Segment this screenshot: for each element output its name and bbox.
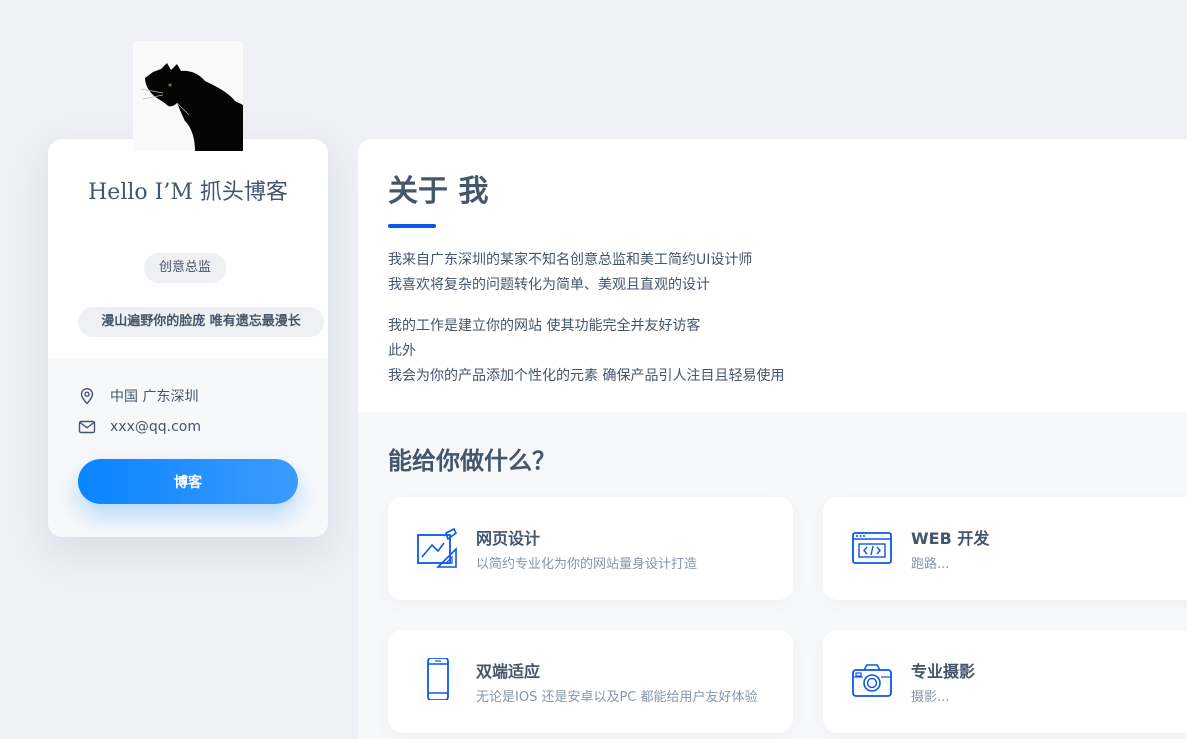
mobile-phone-icon — [427, 658, 449, 700]
service-card-web-dev[interactable]: WEB 开发 跑路... — [823, 497, 1187, 600]
web-code-icon — [852, 532, 892, 564]
location-text: 中国 广东深圳 — [110, 389, 199, 405]
map-pin-icon — [80, 388, 94, 405]
design-drawing-icon — [417, 527, 458, 568]
title-underline — [388, 224, 436, 228]
service-desc: 摄影... — [911, 690, 950, 705]
about-line: 我会为你的产品添加个性化的元素 确保产品引人注目且轻易使用 — [388, 368, 785, 384]
blog-button[interactable]: 博客 — [78, 459, 298, 504]
service-title: 专业摄影 — [911, 662, 976, 681]
service-desc: 跑路... — [911, 557, 950, 572]
services-section: 能给你做什么？ 网页设计 以简约专业化为你的网站量身设计打造 WEB 开发 跑路… — [358, 412, 1187, 739]
profile-card: Hello I’M 抓头博客 创意总监 漫山遍野你的脸庞 唯有遗忘最漫长 中国 … — [48, 139, 328, 537]
location-row: 中国 广东深圳 — [78, 386, 198, 406]
service-title: 双端适应 — [476, 662, 541, 681]
about-line: 我的工作是建立你的网站 使其功能完全并友好访客 — [388, 318, 701, 334]
contact-info: 中国 广东深圳 xxx@qq.com 博客 — [48, 358, 328, 537]
service-card-photography[interactable]: 专业摄影 摄影... — [823, 630, 1187, 733]
service-card-web-design[interactable]: 网页设计 以简约专业化为你的网站量身设计打造 — [388, 497, 793, 600]
service-card-responsive[interactable]: 双端适应 无论是IOS 还是安卓以及PC 都能给用户友好体验 — [388, 630, 793, 733]
role-badge: 创意总监 — [144, 253, 227, 283]
service-title: WEB 开发 — [911, 529, 990, 548]
email-text[interactable]: xxx@qq.com — [110, 419, 201, 435]
about-line: 此外 — [388, 343, 416, 359]
avatar — [133, 41, 243, 151]
black-cat-avatar — [133, 41, 243, 151]
services-title: 能给你做什么？ — [388, 447, 556, 475]
service-desc: 无论是IOS 还是安卓以及PC 都能给用户友好体验 — [476, 690, 758, 705]
service-title: 网页设计 — [476, 529, 541, 548]
email-row: xxx@qq.com — [78, 417, 201, 437]
quote-badge: 漫山遍野你的脸庞 唯有遗忘最漫长 — [78, 307, 324, 337]
service-desc: 以简约专业化为你的网站量身设计打造 — [476, 557, 698, 572]
about-title: 关于 我 — [388, 174, 489, 209]
camera-icon — [852, 664, 892, 697]
main-panel: 关于 我 我来自广东深圳的某家不知名创意总监和美工简约UI设计师 我喜欢将复杂的… — [358, 139, 1187, 739]
mail-icon — [78, 420, 96, 434]
about-line: 我喜欢将复杂的问题转化为简单、美观且直观的设计 — [388, 277, 710, 293]
profile-name: Hello I’M 抓头博客 — [88, 180, 288, 205]
about-line: 我来自广东深圳的某家不知名创意总监和美工简约UI设计师 — [388, 252, 753, 268]
